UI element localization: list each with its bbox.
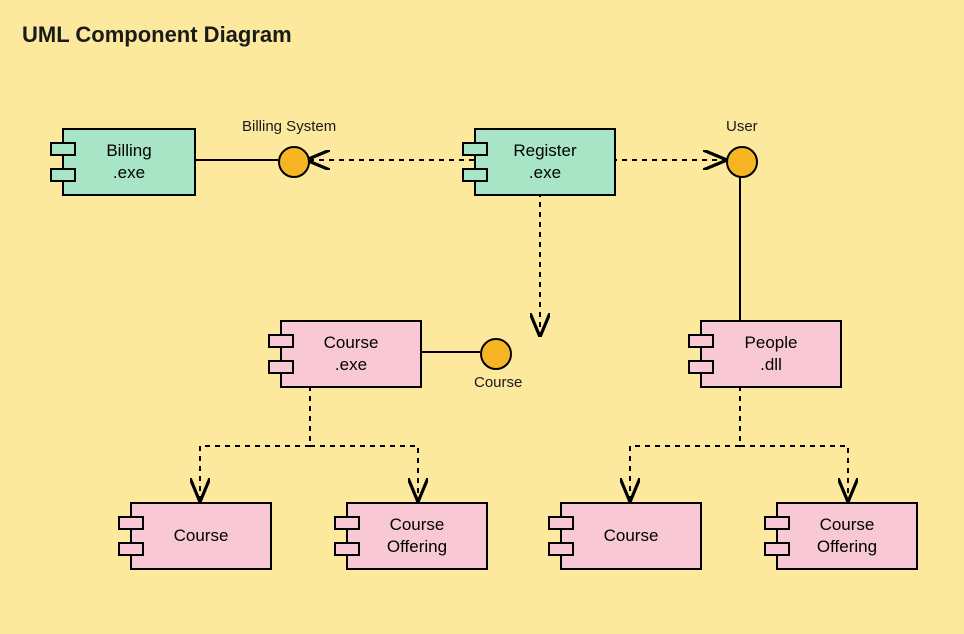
component-course-1: Course bbox=[130, 502, 272, 570]
component-register-exe: Register.exe bbox=[474, 128, 616, 196]
component-billing-exe: Billing.exe bbox=[62, 128, 196, 196]
component-course-offering-2: CourseOffering bbox=[776, 502, 918, 570]
label-course: Course bbox=[474, 374, 522, 391]
label-billing-system: Billing System bbox=[242, 118, 336, 135]
interface-user bbox=[726, 146, 758, 178]
diagram-title: UML Component Diagram bbox=[22, 22, 292, 48]
component-course-offering-1: CourseOffering bbox=[346, 502, 488, 570]
interface-billing-system bbox=[278, 146, 310, 178]
component-course-2: Course bbox=[560, 502, 702, 570]
component-people-dll: People.dll bbox=[700, 320, 842, 388]
component-course-exe: Course.exe bbox=[280, 320, 422, 388]
interface-course bbox=[480, 338, 512, 370]
label-user: User bbox=[726, 118, 758, 135]
